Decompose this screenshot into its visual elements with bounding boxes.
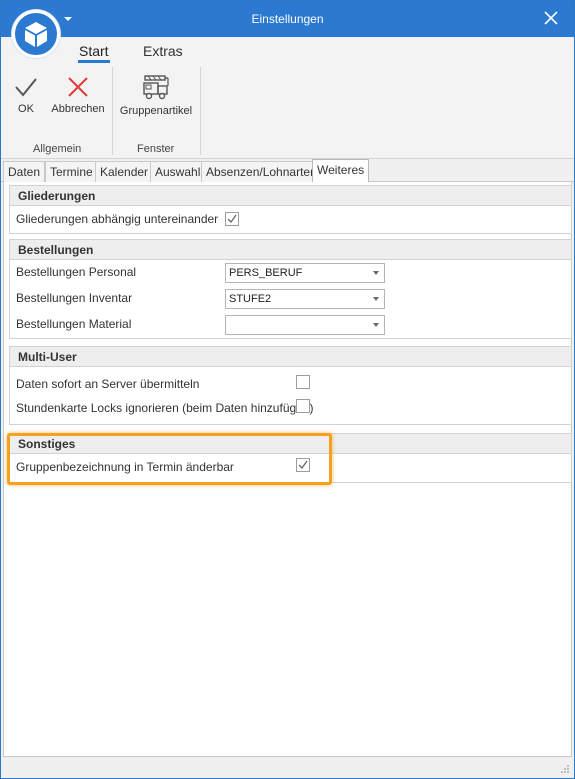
row-label: Gliederungen abhängig untereinander	[16, 212, 219, 226]
tab-termine[interactable]: Termine	[45, 161, 98, 182]
group-articles-label: Gruppenartikel	[119, 105, 193, 117]
structure-dependency-checkbox[interactable]	[225, 212, 239, 226]
window-title: Einstellungen	[251, 12, 324, 26]
section-title: Multi-User	[10, 347, 571, 367]
cancel-button[interactable]: Abbrechen	[49, 75, 107, 115]
highlight-frame	[7, 433, 332, 485]
ribbon-tab-bar: Start Extras	[1, 37, 574, 63]
app-menu-button[interactable]	[12, 10, 60, 58]
row-label: Stundenkarte Locks ignorieren (beim Date…	[16, 401, 314, 415]
cross-icon	[68, 77, 88, 97]
orders-personnel-select[interactable]: PERS_BERUF	[225, 263, 385, 283]
section-title: Bestellungen	[10, 240, 571, 260]
quick-access-dropdown-icon[interactable]	[63, 15, 73, 23]
select-value: PERS_BERUF	[229, 267, 303, 279]
dropdown-arrow-icon	[373, 323, 379, 327]
orders-material-select[interactable]	[225, 315, 385, 335]
checkmark-icon	[227, 214, 237, 224]
row-label: Bestellungen Inventar	[16, 291, 133, 305]
tab-daten[interactable]: Daten	[3, 161, 46, 182]
group-label-window: Fenster	[137, 143, 175, 155]
ignore-locks-checkbox[interactable]	[296, 399, 310, 413]
section-gliederungen: Gliederungen Gliederungen abhängig unter…	[9, 185, 572, 234]
section-bestellungen: Bestellungen Bestellungen Personal PERS_…	[9, 239, 572, 339]
resize-grip-icon[interactable]	[560, 764, 570, 774]
crane-truck-icon	[143, 75, 169, 100]
checkmark-icon	[15, 78, 37, 97]
section-title: Gliederungen	[10, 186, 571, 206]
tab-weiteres[interactable]: Weiteres	[312, 159, 370, 183]
row-label: Daten sofort an Server übermitteln	[16, 377, 200, 391]
select-value: STUFE2	[229, 293, 272, 305]
row-label: Bestellungen Material	[16, 317, 132, 331]
cancel-button-label: Abbrechen	[51, 103, 105, 115]
group-articles-button[interactable]: Gruppenartikel	[118, 73, 194, 117]
tab-absenzen-lohnarten[interactable]: Absenzen/Lohnarten	[201, 161, 322, 182]
ok-button-label: OK	[18, 103, 34, 115]
settings-window: Einstellungen Start Extras OK Abbrechen …	[0, 0, 575, 779]
group-separator	[112, 67, 113, 155]
group-separator	[200, 67, 201, 155]
ribbon-tab-start[interactable]: Start	[78, 43, 110, 63]
ribbon: OK Abbrechen Allgemein Gruppenartikel Fe…	[1, 63, 574, 159]
orders-inventory-select[interactable]: STUFE2	[225, 289, 385, 309]
close-icon[interactable]	[542, 9, 560, 27]
send-immediately-checkbox[interactable]	[296, 375, 310, 389]
ribbon-tab-extras[interactable]: Extras	[143, 43, 183, 59]
section-multi-user: Multi-User Daten sofort an Server übermi…	[9, 346, 572, 425]
group-label-general: Allgemein	[33, 143, 82, 155]
settings-tab-bar: Daten Termine Kalender Auswahl Absenzen/…	[1, 159, 574, 183]
app-cube-icon	[25, 22, 47, 47]
status-bar	[1, 758, 574, 778]
tab-auswahl[interactable]: Auswahl	[150, 161, 206, 182]
ok-button[interactable]: OK	[11, 75, 41, 115]
tab-kalender[interactable]: Kalender	[95, 161, 154, 182]
row-label: Bestellungen Personal	[16, 265, 137, 279]
dropdown-arrow-icon	[373, 297, 379, 301]
dropdown-arrow-icon	[373, 271, 379, 275]
title-bar: Einstellungen	[1, 1, 574, 37]
